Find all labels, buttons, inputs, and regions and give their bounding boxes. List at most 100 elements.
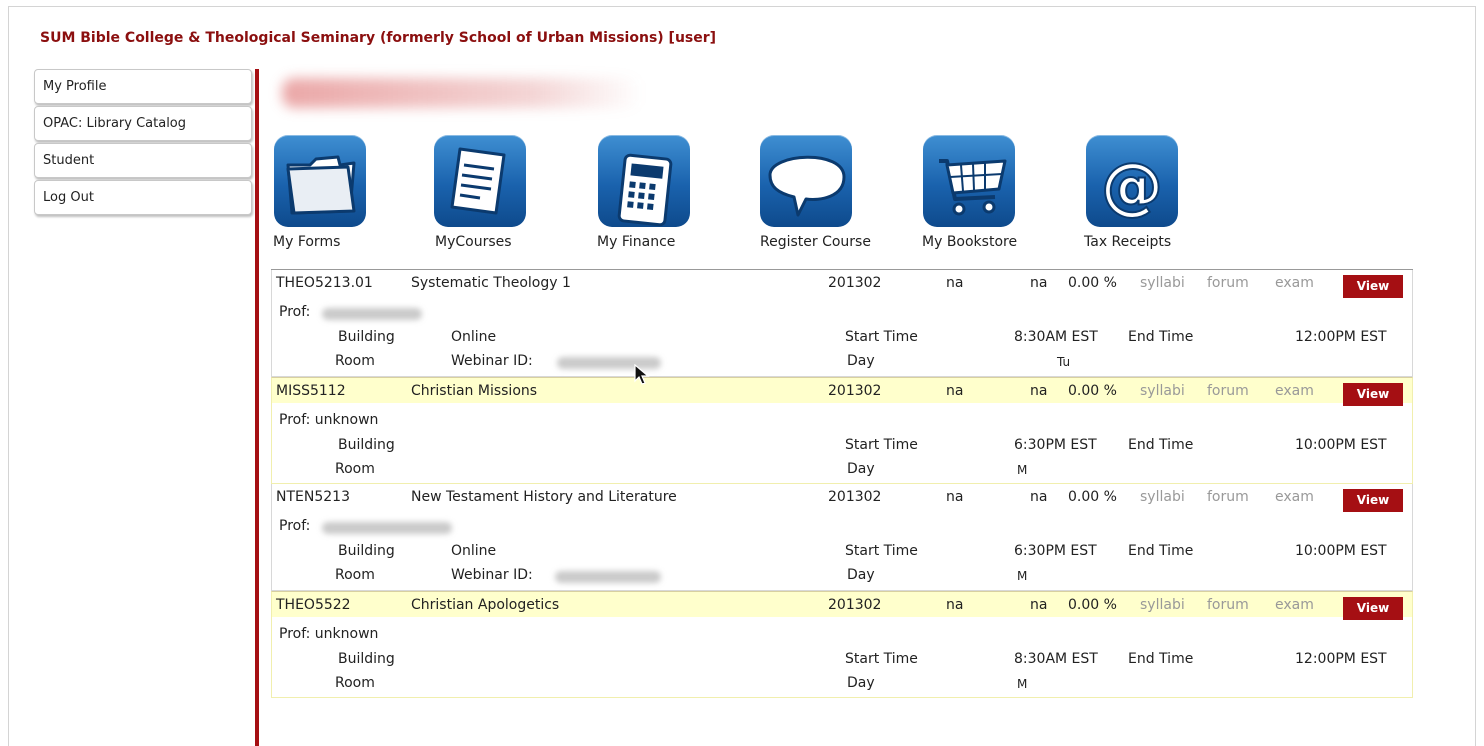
end-time-value: 10:00PM EST [1295,543,1387,559]
syllabi-link[interactable]: syllabi [1140,489,1185,505]
day-label: Day [847,567,875,583]
day-value: M [1017,569,1028,583]
my-bookstore-button[interactable] [923,135,1015,227]
day-value: Tu [1057,355,1071,369]
course-term: 201302 [828,597,882,613]
my-finance-label[interactable]: My Finance [597,234,675,250]
day-value: M [1017,463,1028,477]
content-divider [255,69,259,746]
end-time-label: End Time [1128,437,1194,453]
folder-icon [274,135,366,227]
building-label: Building [338,437,395,453]
view-button[interactable]: View [1343,275,1403,298]
my-finance-button[interactable] [598,135,690,227]
course-code: NTEN5213 [276,489,350,505]
building-value: Online [451,329,497,345]
room-label: Room [335,675,375,691]
course-percent: 0.00 % [1068,489,1117,505]
building-label: Building [338,329,395,345]
course-name: New Testament History and Literature [411,489,677,505]
forum-link[interactable]: forum [1207,383,1249,399]
forum-link[interactable]: forum [1207,275,1249,291]
end-time-label: End Time [1128,329,1194,345]
course-col1: na [946,383,964,399]
syllabi-link[interactable]: syllabi [1140,275,1185,291]
room-label: Room [335,567,375,583]
syllabi-link[interactable]: syllabi [1140,597,1185,613]
mouse-cursor-icon [634,364,650,385]
blurred-prof-name [322,308,422,320]
course-name: Christian Missions [411,383,538,399]
start-time-label: Start Time [845,543,918,559]
my-forms-button[interactable] [274,135,366,227]
exam-link[interactable]: exam [1275,489,1314,505]
building-value: Online [451,543,497,559]
exam-link[interactable]: exam [1275,275,1314,291]
course-name: Christian Apologetics [411,597,560,613]
course-term: 201302 [828,383,882,399]
start-time-value: 8:30AM EST [1014,651,1098,667]
my-bookstore-label[interactable]: My Bookstore [922,234,1017,250]
prof-label: Prof: [279,304,311,320]
course-code: THEO5213.01 [276,275,373,291]
course-term: 201302 [828,275,882,291]
prof-label: Prof: unknown [279,626,379,642]
webinar-label: Webinar ID: [451,353,533,369]
exam-link[interactable]: exam [1275,383,1314,399]
forum-link[interactable]: forum [1207,597,1249,613]
view-button[interactable]: View [1343,489,1403,512]
forum-link[interactable]: forum [1207,489,1249,505]
blurred-heading [282,78,642,108]
calculator-icon [598,135,690,227]
svg-text:@: @ [1101,149,1163,222]
exam-link[interactable]: exam [1275,597,1314,613]
sidebar-item-student[interactable]: Student [34,143,252,178]
course-list: THEO5213.01 Systematic Theology 1 201302… [271,269,1413,699]
course-row: MISS5112 Christian Missions 201302 na na… [271,377,1413,484]
register-course-button[interactable] [760,135,852,227]
at-sign-icon: @ [1086,135,1178,227]
sidebar-item-my-profile[interactable]: My Profile [34,69,252,104]
document-icon [434,135,526,227]
course-col1: na [946,597,964,613]
day-label: Day [847,353,875,369]
day-label: Day [847,675,875,691]
end-time-value: 12:00PM EST [1295,651,1387,667]
view-button[interactable]: View [1343,383,1403,406]
start-time-label: Start Time [845,329,918,345]
my-forms-label[interactable]: My Forms [273,234,340,250]
end-time-value: 10:00PM EST [1295,437,1387,453]
blurred-prof-name [322,522,452,534]
end-time-value: 12:00PM EST [1295,329,1387,345]
course-row: THEO5213.01 Systematic Theology 1 201302… [271,270,1413,377]
site-title: SUM Bible College & Theological Seminary… [40,30,717,46]
start-time-label: Start Time [845,437,918,453]
day-label: Day [847,461,875,477]
course-percent: 0.00 % [1068,383,1117,399]
mycourses-label[interactable]: MyCourses [435,234,512,250]
shopping-cart-icon [923,135,1015,227]
start-time-label: Start Time [845,651,918,667]
register-course-label[interactable]: Register Course [760,234,871,250]
start-time-value: 6:30PM EST [1014,437,1097,453]
room-label: Room [335,353,375,369]
course-col1: na [946,489,964,505]
course-percent: 0.00 % [1068,597,1117,613]
course-code: THEO5522 [276,597,351,613]
sidebar-item-log-out[interactable]: Log Out [34,180,252,215]
course-col2: na [1030,275,1048,291]
tax-receipts-label[interactable]: Tax Receipts [1084,234,1171,250]
prof-label: Prof: [279,518,311,534]
end-time-label: End Time [1128,543,1194,559]
syllabi-link[interactable]: syllabi [1140,383,1185,399]
mycourses-button[interactable] [434,135,526,227]
course-row: THEO5522 Christian Apologetics 201302 na… [271,591,1413,698]
course-col2: na [1030,597,1048,613]
course-name: Systematic Theology 1 [411,275,571,291]
course-term: 201302 [828,489,882,505]
tax-receipts-button[interactable]: @ [1086,135,1178,227]
view-button[interactable]: View [1343,597,1403,620]
building-label: Building [338,543,395,559]
end-time-label: End Time [1128,651,1194,667]
sidebar-item-opac-library-catalog[interactable]: OPAC: Library Catalog [34,106,252,141]
